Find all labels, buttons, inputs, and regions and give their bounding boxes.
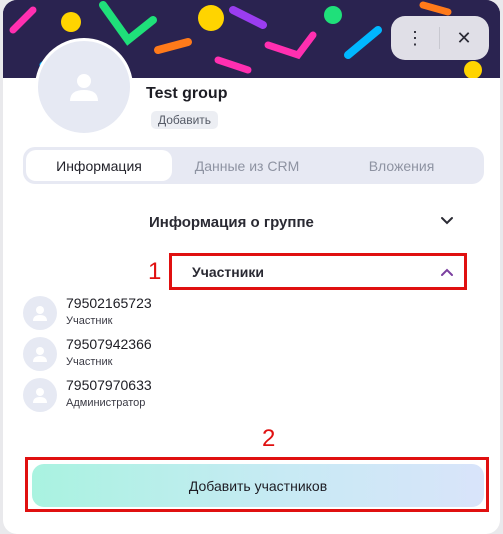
member-phone: 79507970633 — [66, 377, 152, 393]
list-item-member[interactable]: 79502165723 Участник — [23, 295, 152, 335]
close-icon: ✕ — [456, 27, 472, 48]
section-group-info[interactable]: Информация о группе — [3, 207, 500, 237]
more-options-button[interactable]: ⋮ — [391, 16, 439, 60]
annotation-number-2: 2 — [262, 425, 276, 452]
user-icon — [33, 306, 47, 321]
tab-bar: Информация Данные из CRM Вложения — [23, 147, 484, 184]
group-avatar — [35, 38, 133, 136]
member-phone: 79507942366 — [66, 336, 152, 352]
avatar — [23, 337, 57, 371]
chevron-down-icon — [441, 217, 453, 225]
section-participants[interactable]: Участники — [173, 257, 463, 287]
group-name: Test group — [146, 85, 228, 102]
tab-information[interactable]: Информация — [26, 150, 172, 181]
add-members-button[interactable]: Добавить участников — [32, 464, 484, 507]
member-role: Администратор — [66, 397, 146, 409]
user-icon — [33, 388, 47, 403]
member-role: Участник — [66, 356, 113, 368]
list-item-member[interactable]: 79507942366 Участник — [23, 336, 152, 376]
more-vertical-icon: ⋮ — [406, 27, 424, 48]
tab-attachments[interactable]: Вложения — [322, 150, 481, 181]
annotation-number-1: 1 — [148, 258, 162, 285]
section-group-info-title: Информация о группе — [149, 213, 314, 231]
tab-crm-data[interactable]: Данные из CRM — [172, 150, 322, 181]
section-participants-title: Участники — [192, 264, 264, 280]
member-phone: 79502165723 — [66, 295, 152, 311]
member-role: Участник — [66, 315, 113, 327]
close-button[interactable]: ✕ — [440, 16, 488, 60]
group-info-panel: ⋮ ✕ Test group Добавить Информация Данны… — [3, 0, 500, 534]
avatar — [23, 296, 57, 330]
chevron-up-icon — [441, 268, 453, 276]
avatar — [23, 378, 57, 412]
header-actions: ⋮ ✕ — [391, 16, 489, 60]
add-chip-button[interactable]: Добавить — [151, 111, 219, 129]
list-item-member[interactable]: 79507970633 Администратор — [23, 377, 152, 417]
user-icon — [70, 74, 98, 101]
user-icon — [33, 347, 47, 362]
